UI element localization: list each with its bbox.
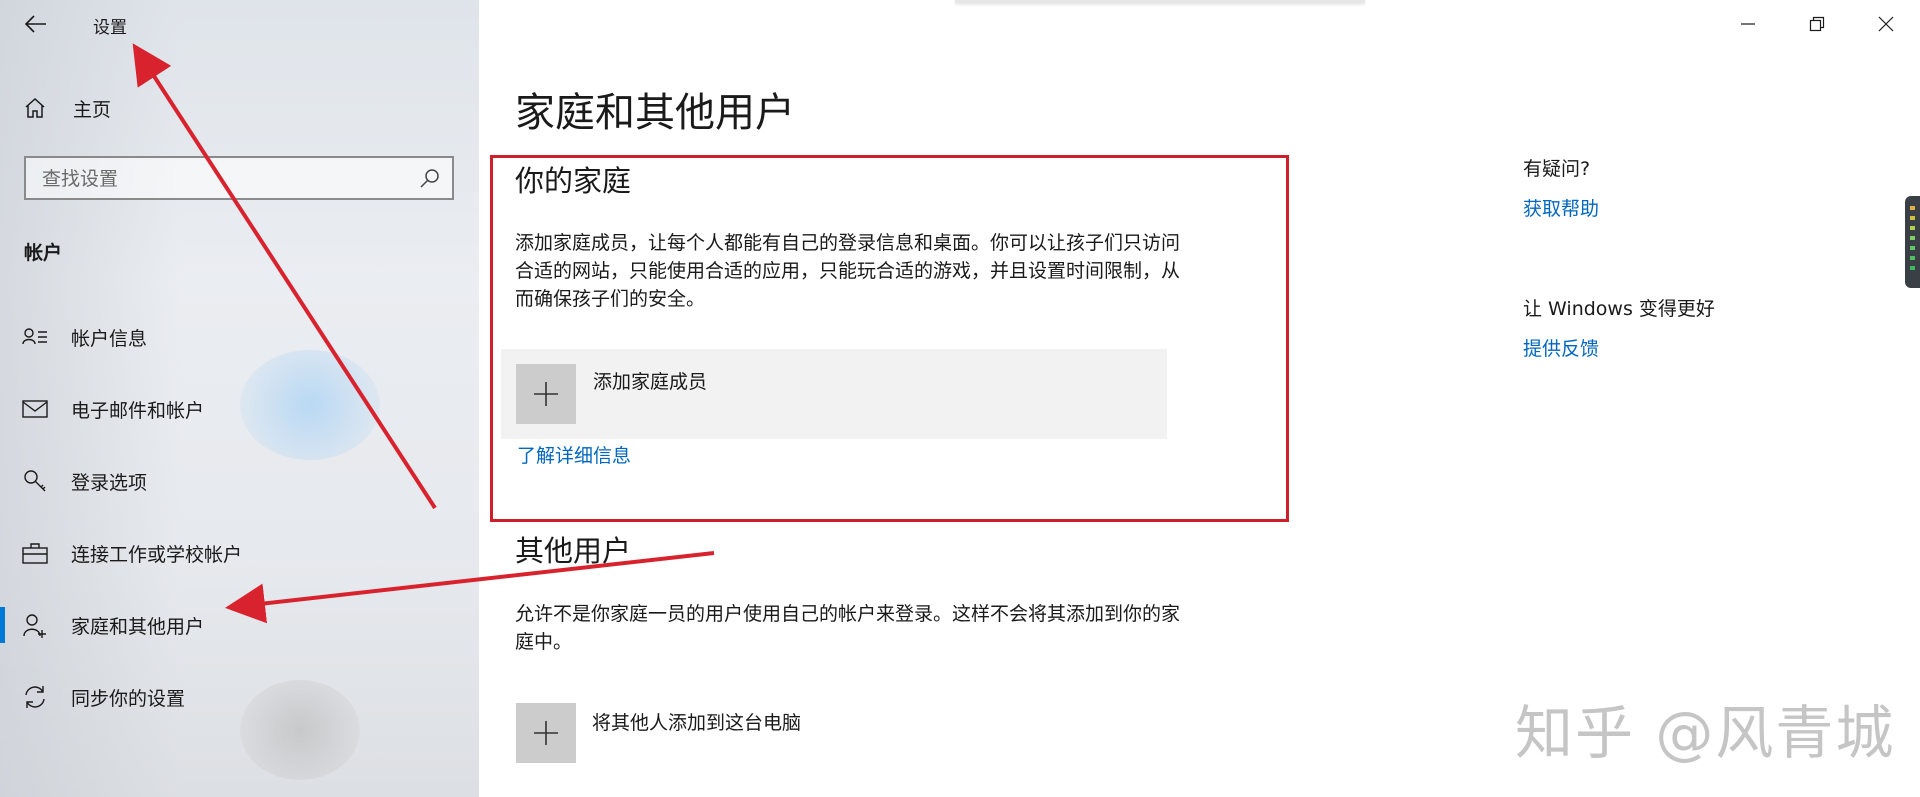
sidebar-item-label: 帐户信息 xyxy=(71,327,148,350)
add-family-member-button[interactable] xyxy=(516,364,576,424)
other-users-description: 允许不是你家庭一员的用户使用自己的帐户来登录。这样不会将其添加到你的家庭中。 xyxy=(515,603,1181,653)
sidebar-item-label: 主页 xyxy=(73,98,112,121)
sidebar-item-label: 登录选项 xyxy=(71,471,148,494)
search-input[interactable] xyxy=(40,164,404,194)
search-box[interactable] xyxy=(24,156,454,200)
add-other-user-button[interactable] xyxy=(516,703,576,763)
key-icon xyxy=(22,468,48,494)
get-help-link[interactable]: 获取帮助 xyxy=(1523,194,1599,221)
give-feedback-link[interactable]: 提供反馈 xyxy=(1523,334,1599,361)
add-family-member-label: 添加家庭成员 xyxy=(593,371,708,393)
search-icon[interactable] xyxy=(418,167,442,191)
main-content: 家庭和其他用户 你的家庭 添加家庭成员，让每个人都能有自己的登录信息和桌面。你可… xyxy=(479,0,1920,797)
sidebar-item-work-school[interactable]: 连接工作或学校帐户 xyxy=(0,531,479,575)
sidebar-item-label: 电子邮件和帐户 xyxy=(71,399,205,422)
sidebar-item-label: 家庭和其他用户 xyxy=(71,615,205,638)
sidebar-item-label: 连接工作或学校帐户 xyxy=(71,543,243,566)
feedback-title: 让 Windows 变得更好 xyxy=(1523,298,1715,320)
restore-icon xyxy=(1809,16,1824,32)
sidebar-item-email-accounts[interactable]: 电子邮件和帐户 xyxy=(0,387,479,431)
restore-button[interactable] xyxy=(1782,0,1851,48)
sidebar-item-sync-settings[interactable]: 同步你的设置 xyxy=(0,675,479,719)
family-description: 添加家庭成员，让每个人都能有自己的登录信息和桌面。你可以让孩子们只访问合适的网站… xyxy=(515,232,1181,310)
home-icon xyxy=(22,95,48,121)
add-other-user-label[interactable]: 将其他人添加到这台电脑 xyxy=(592,708,801,735)
sidebar-item-label: 同步你的设置 xyxy=(71,687,186,710)
sidebar-item-family-other-users[interactable]: 家庭和其他用户 xyxy=(0,603,479,647)
learn-more-link[interactable]: 了解详细信息 xyxy=(517,441,631,468)
family-heading: 你的家庭 xyxy=(515,164,632,198)
sidebar-section-title: 帐户 xyxy=(24,242,63,264)
watermark-text: 知乎 @风青城 xyxy=(1515,699,1896,767)
minimize-icon xyxy=(1740,23,1755,25)
plus-icon xyxy=(534,721,558,745)
sidebar-item-account-info[interactable]: 帐户信息 xyxy=(0,315,479,359)
back-button[interactable] xyxy=(20,8,52,40)
settings-sidebar: 设置 主页 帐户 帐户信息 电子邮件和帐户 登录选项 xyxy=(0,0,479,797)
page-title: 家庭和其他用户 xyxy=(515,90,795,136)
close-icon xyxy=(1878,16,1893,32)
mail-icon xyxy=(22,396,48,422)
plus-icon xyxy=(534,382,558,406)
briefcase-icon xyxy=(22,540,48,566)
window-title: 设置 xyxy=(93,18,127,38)
add-person-icon xyxy=(22,612,48,638)
sidebar-item-home[interactable]: 主页 xyxy=(0,86,479,130)
volume-meter-widget[interactable] xyxy=(1905,196,1920,288)
active-indicator xyxy=(0,607,5,643)
help-question-title: 有疑问? xyxy=(1523,158,1591,180)
sidebar-item-sign-in-options[interactable]: 登录选项 xyxy=(0,459,479,503)
close-button[interactable] xyxy=(1851,0,1920,48)
add-family-member-tile[interactable]: 添加家庭成员 xyxy=(501,349,1167,439)
back-arrow-icon xyxy=(25,15,46,33)
account-info-icon xyxy=(22,324,48,350)
minimize-button[interactable] xyxy=(1713,0,1782,48)
window-controls xyxy=(1713,0,1920,48)
window-shadow-edge xyxy=(955,0,1365,3)
sync-icon xyxy=(22,684,48,710)
other-users-heading: 其他用户 xyxy=(515,534,632,568)
